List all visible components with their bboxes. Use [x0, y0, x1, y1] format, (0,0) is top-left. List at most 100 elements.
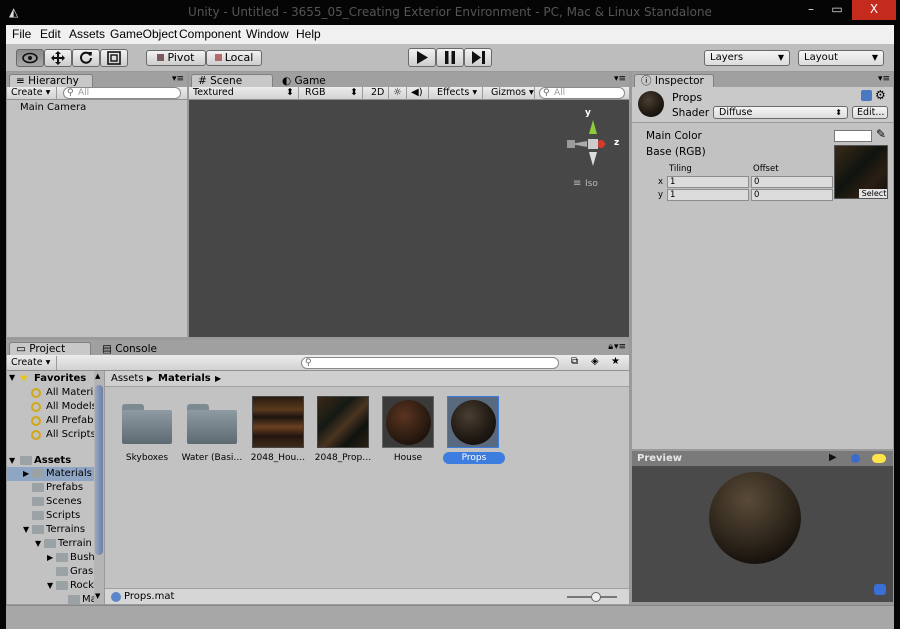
main-color-field[interactable]	[834, 130, 872, 142]
folder-skyboxes-icon[interactable]	[122, 404, 172, 444]
project-search-input[interactable]: ⚲	[301, 357, 559, 369]
thumbnail-size-slider-thumb[interactable]	[591, 592, 601, 602]
chat-bubble-icon[interactable]	[874, 584, 886, 595]
shading-mode-dropdown[interactable]: Textured ⬍	[189, 87, 299, 100]
expand-arrow-icon[interactable]: ▼	[23, 525, 29, 534]
help-book-icon[interactable]	[861, 90, 872, 101]
expand-arrow-icon[interactable]: ▼	[9, 373, 15, 382]
tree-item-scripts[interactable]: Scripts	[46, 510, 80, 523]
tree-item-grass[interactable]: Gras	[70, 566, 93, 579]
menu-component[interactable]: Component	[179, 27, 241, 41]
favorite-item[interactable]: All Scripts	[46, 429, 96, 442]
minimize-button[interactable]: –	[798, 0, 824, 20]
panel-menu-icon[interactable]: ▾≡	[614, 342, 626, 352]
scene-search-input[interactable]: ⚲ All	[539, 87, 625, 99]
asset-label-2048-props[interactable]: 2048_Prop…	[308, 452, 378, 464]
expand-arrow-icon[interactable]: ▼	[9, 456, 15, 465]
menu-window[interactable]: Window	[246, 27, 289, 41]
asset-label-water[interactable]: Water (Basi…	[177, 452, 247, 464]
scroll-up-icon[interactable]: ▲	[95, 372, 100, 380]
breadcrumb-materials[interactable]: Materials	[158, 373, 211, 384]
lock-icon[interactable]: 🔒︎	[608, 342, 613, 352]
light-toggle-icon[interactable]	[872, 454, 886, 463]
pivot-toggle[interactable]: Pivot	[146, 50, 206, 66]
lighting-toggle[interactable]: ☼	[389, 87, 407, 100]
gear-icon[interactable]: ⚙	[875, 88, 886, 102]
favorite-item[interactable]: All Models	[46, 401, 97, 414]
offset-x-field[interactable]: 0	[751, 176, 833, 188]
play-preview-icon[interactable]: ▶	[829, 452, 837, 463]
asset-label-2048-house[interactable]: 2048_Hou…	[243, 452, 313, 464]
effects-dropdown[interactable]: Effects ▾	[433, 87, 483, 100]
breadcrumb-assets[interactable]: Assets	[111, 373, 144, 384]
material-house-thumbnail[interactable]	[382, 396, 434, 448]
tree-scrollbar[interactable]: ▲ ▼	[94, 371, 104, 604]
play-button[interactable]	[408, 48, 436, 67]
maximize-button[interactable]: ▭	[824, 0, 850, 20]
panel-menu-icon[interactable]: ▾≡	[614, 74, 626, 84]
menu-gameobject[interactable]: GameObject	[110, 27, 177, 41]
asset-label-props[interactable]: Props	[443, 452, 505, 464]
expand-arrow-icon[interactable]: ▼	[47, 581, 53, 590]
step-button[interactable]	[464, 48, 492, 67]
texture-props-thumbnail[interactable]	[317, 396, 369, 448]
tiling-x-field[interactable]: 1	[667, 176, 749, 188]
layers-dropdown[interactable]: Layers ▼	[704, 50, 790, 66]
panel-menu-icon[interactable]: ▾≡	[878, 74, 890, 84]
tree-item-scenes[interactable]: Scenes	[46, 496, 82, 509]
texture-select-button[interactable]: Select	[859, 189, 887, 198]
filter-type-icon[interactable]: ⧉	[571, 356, 578, 367]
material-props-thumbnail[interactable]	[447, 396, 499, 448]
hierarchy-create-button[interactable]: Create ▾	[7, 87, 57, 100]
scale-tool-button[interactable]	[100, 49, 128, 67]
preview-viewport[interactable]	[632, 466, 893, 602]
expand-arrow-icon[interactable]: ▼	[35, 539, 41, 548]
panel-menu-icon[interactable]: ▾≡	[172, 74, 184, 84]
favorite-item[interactable]: All Materi	[46, 387, 93, 400]
shader-edit-button[interactable]: Edit...	[852, 106, 888, 119]
folder-water-icon[interactable]	[187, 404, 237, 444]
texture-house-thumbnail[interactable]	[252, 396, 304, 448]
scroll-thumb[interactable]	[95, 385, 103, 555]
close-button[interactable]: X	[852, 0, 896, 20]
rotate-tool-button[interactable]	[72, 49, 100, 67]
tree-item-rock[interactable]: Rock	[70, 580, 94, 593]
move-tool-button[interactable]	[44, 49, 72, 67]
eyedropper-icon[interactable]: ✎	[876, 127, 886, 141]
favorite-item[interactable]: All Prefab	[46, 415, 93, 428]
scene-viewport[interactable]: y z ≡ Iso	[189, 100, 629, 337]
scroll-down-icon[interactable]: ▼	[95, 592, 100, 600]
tiling-y-field[interactable]: 1	[667, 189, 749, 201]
expand-arrow-icon[interactable]: ▶	[23, 469, 29, 478]
menu-file[interactable]: File	[12, 27, 31, 41]
tree-item-prefabs[interactable]: Prefabs	[46, 482, 83, 495]
audio-toggle[interactable]: ◀)	[407, 87, 429, 100]
tree-item-terrains[interactable]: Terrains	[46, 524, 85, 537]
project-create-button[interactable]: Create ▾	[7, 356, 57, 370]
favorites-header[interactable]: Favorites	[34, 373, 86, 386]
hierarchy-item-main-camera[interactable]: Main Camera	[20, 102, 86, 115]
base-texture-slot[interactable]: Select	[834, 145, 888, 199]
menu-edit[interactable]: Edit	[40, 27, 61, 41]
menu-assets[interactable]: Assets	[69, 27, 105, 41]
tree-item-materials[interactable]: Materials	[46, 468, 92, 481]
filter-label-icon[interactable]: ◈	[591, 356, 599, 367]
projection-label[interactable]: Iso	[585, 179, 598, 189]
view-tool-button[interactable]	[16, 49, 44, 67]
favorite-star-icon[interactable]: ★	[611, 356, 620, 367]
hierarchy-search-input[interactable]: ⚲ All	[63, 87, 181, 99]
offset-y-field[interactable]: 0	[751, 189, 833, 201]
tree-item-bush[interactable]: Bush	[70, 552, 95, 565]
2d-toggle[interactable]: 2D	[367, 87, 389, 100]
sphere-preview-icon[interactable]	[851, 454, 860, 463]
layout-dropdown[interactable]: Layout ▼	[798, 50, 884, 66]
local-toggle[interactable]: Local	[206, 50, 262, 66]
asset-label-house[interactable]: House	[373, 452, 443, 464]
expand-arrow-icon[interactable]: ▶	[47, 553, 53, 562]
menu-help[interactable]: Help	[296, 27, 321, 41]
tree-item-terrain[interactable]: Terrain	[58, 538, 92, 551]
gizmos-dropdown[interactable]: Gizmos ▾	[487, 87, 535, 100]
render-mode-dropdown[interactable]: RGB ⬍	[301, 87, 363, 100]
shader-dropdown[interactable]: Diffuse ⬍	[713, 106, 848, 119]
pause-button[interactable]	[436, 48, 464, 67]
